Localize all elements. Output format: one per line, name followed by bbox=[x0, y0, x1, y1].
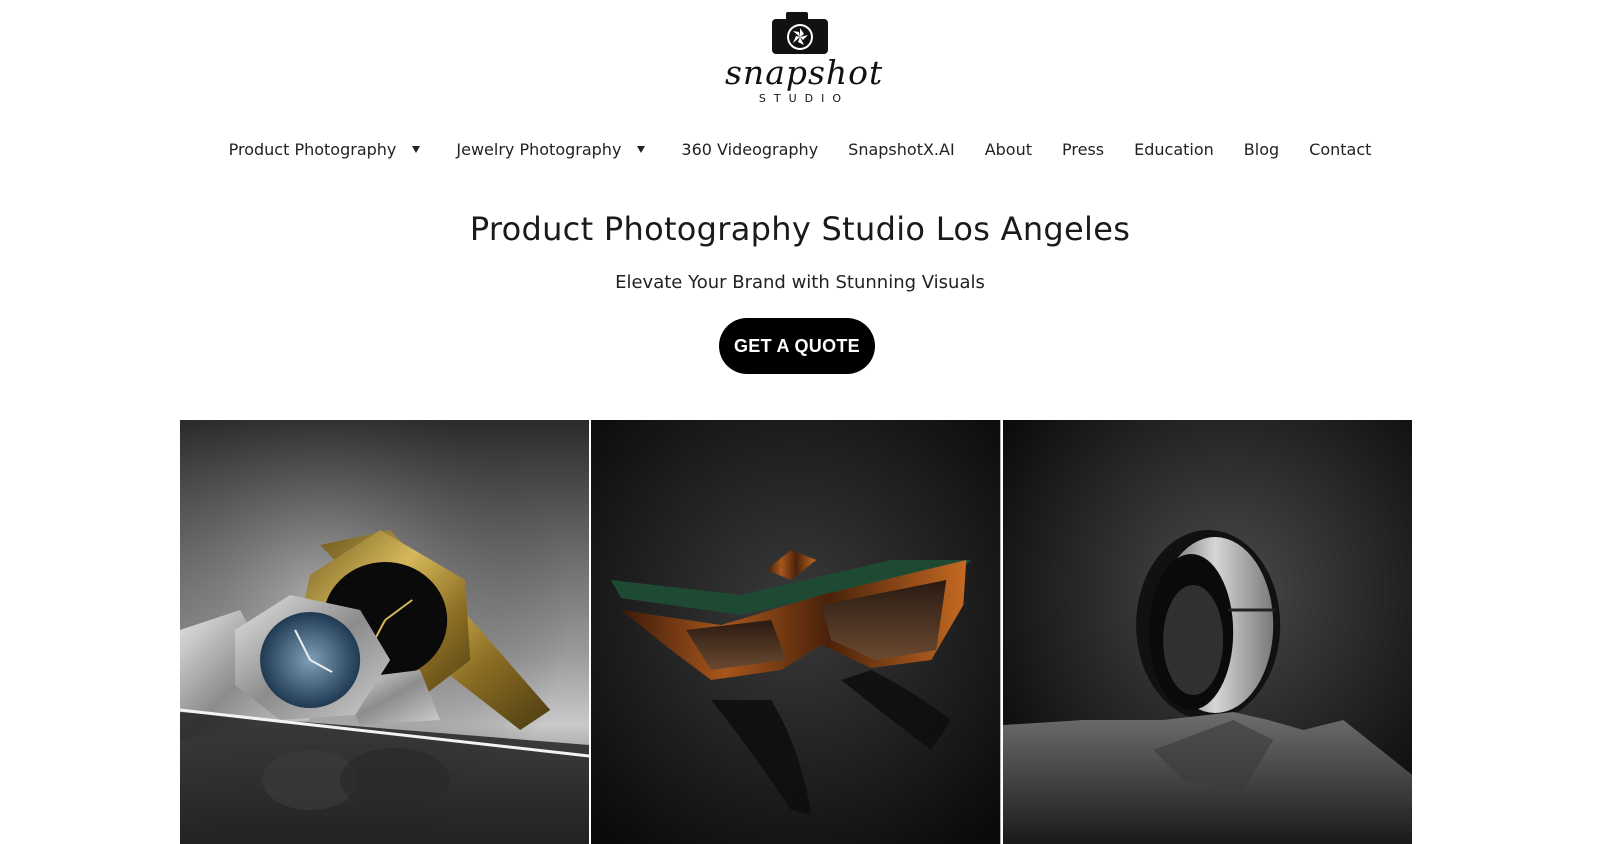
nav-item-product-photography[interactable]: Product Photography bbox=[229, 140, 427, 159]
camera-aperture-icon bbox=[772, 12, 828, 54]
page: snapshot STUDIO Product Photography Jewe… bbox=[0, 0, 1600, 844]
get-a-quote-button[interactable]: GET A QUOTE bbox=[719, 318, 875, 374]
nav-item-snapshotx-ai[interactable]: SnapshotX.AI bbox=[848, 140, 955, 159]
nav-item-label: Product Photography bbox=[228, 139, 397, 159]
nav-item-360-videography[interactable]: 360 Videography bbox=[681, 140, 818, 159]
gallery-image-watches[interactable] bbox=[180, 420, 590, 844]
nav-item-about[interactable]: About bbox=[985, 140, 1032, 159]
ring-photo bbox=[1002, 420, 1412, 844]
nav-item-label: About bbox=[984, 139, 1032, 159]
gallery-image-sunglasses[interactable] bbox=[591, 420, 1001, 844]
page-title: Product Photography Studio Los Angeles bbox=[469, 210, 1131, 248]
caret-down-icon[interactable] bbox=[637, 145, 646, 153]
image-gallery bbox=[180, 420, 1412, 844]
nav-item-label: Press bbox=[1062, 139, 1105, 159]
nav-item-label: Blog bbox=[1243, 139, 1280, 159]
gallery-image-ring[interactable] bbox=[1002, 420, 1412, 844]
caret-down-icon[interactable] bbox=[412, 145, 421, 153]
logo-subtitle: STUDIO bbox=[758, 92, 850, 105]
page-subtitle: Elevate Your Brand with Stunning Visuals bbox=[615, 272, 985, 293]
nav-item-label: 360 Videography bbox=[681, 139, 819, 159]
nav-item-label: Education bbox=[1134, 139, 1214, 159]
watches-photo bbox=[180, 420, 590, 844]
nav-item-jewelry-photography[interactable]: Jewelry Photography bbox=[456, 140, 651, 159]
nav-item-contact[interactable]: Contact bbox=[1309, 140, 1371, 159]
nav-item-blog[interactable]: Blog bbox=[1244, 140, 1279, 159]
nav-item-label: Contact bbox=[1309, 139, 1372, 159]
site-logo[interactable]: snapshot STUDIO bbox=[725, 10, 884, 118]
nav-item-education[interactable]: Education bbox=[1134, 140, 1214, 159]
nav-item-press[interactable]: Press bbox=[1062, 140, 1104, 159]
nav-item-label: SnapshotX.AI bbox=[848, 139, 955, 159]
sunglasses-photo bbox=[591, 420, 1001, 844]
main-nav: Product Photography Jewelry Photography … bbox=[0, 136, 1600, 162]
logo-wordmark: snapshot bbox=[725, 53, 884, 92]
nav-item-label: Jewelry Photography bbox=[456, 139, 622, 159]
